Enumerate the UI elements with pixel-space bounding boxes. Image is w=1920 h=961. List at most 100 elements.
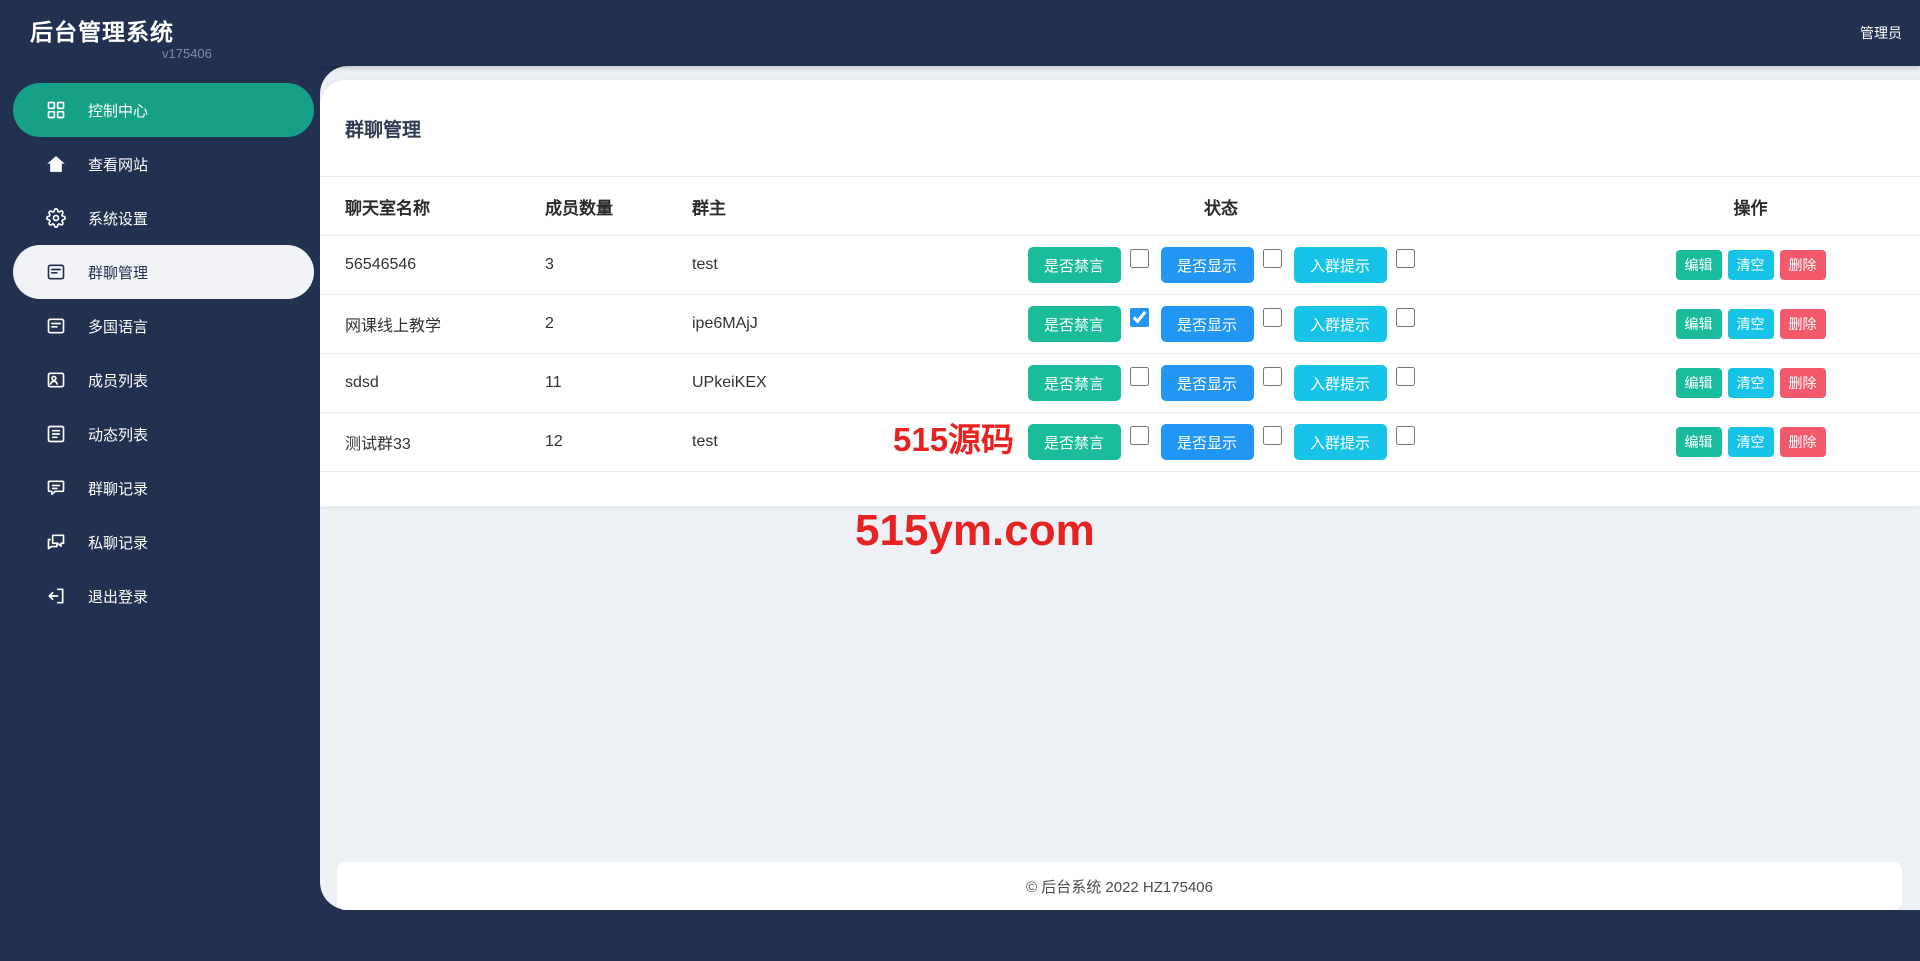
- sidebar-item-label: 系统设置: [88, 210, 149, 228]
- mute-checkbox[interactable]: [1129, 425, 1149, 445]
- sidebar-item-1[interactable]: 控制中心: [13, 83, 314, 137]
- show-toggle-button[interactable]: 是否显示: [1160, 365, 1254, 401]
- app-logo: 后台管理系统 v175406: [0, 0, 320, 61]
- group-chat-panel: 群聊管理 聊天室名称 成员数量 群主 状态 操作 56546546 3 test…: [320, 80, 1920, 506]
- join-tip-checkbox[interactable]: [1395, 307, 1415, 327]
- cell-actions: 编辑 清空 删除: [1437, 368, 1920, 398]
- sidebar-item-label: 动态列表: [88, 426, 149, 444]
- sidebar-item-6[interactable]: 成员列表: [13, 353, 314, 407]
- mute-checkbox[interactable]: [1129, 248, 1149, 268]
- members-icon: [46, 370, 66, 390]
- sidebar-item-label: 成员列表: [88, 372, 149, 390]
- cell-member-count: 12: [545, 433, 563, 450]
- app-version: v175406: [162, 46, 212, 61]
- cell-status: 是否禁言 是否显示 入群提示: [1005, 365, 1437, 401]
- join-tip-button[interactable]: 入群提示: [1293, 365, 1387, 401]
- sidebar-item-label: 查看网站: [88, 156, 149, 174]
- edit-button[interactable]: 编辑: [1675, 427, 1722, 457]
- sidebar-item-4[interactable]: 群聊管理: [13, 245, 314, 299]
- cell-member-count: 2: [545, 315, 554, 332]
- join-tip-button[interactable]: 入群提示: [1293, 306, 1387, 342]
- join-tip-button[interactable]: 入群提示: [1293, 424, 1387, 460]
- cell-owner: ipe6MAjJ: [692, 315, 758, 332]
- mute-toggle-button[interactable]: 是否禁言: [1027, 424, 1121, 460]
- sidebar-item-label: 私聊记录: [88, 534, 149, 552]
- show-checkbox[interactable]: [1262, 425, 1282, 445]
- sidebar-item-7[interactable]: 动态列表: [13, 407, 314, 461]
- cell-status: 是否禁言 是否显示 入群提示: [1005, 306, 1437, 342]
- sidebar: 后台管理系统 v175406 控制中心 查看网站 系统设置 群聊管理 多国语言 …: [0, 0, 320, 961]
- mute-toggle-button[interactable]: 是否禁言: [1027, 306, 1121, 342]
- cell-owner: test: [692, 256, 718, 273]
- logout-icon: [46, 586, 66, 606]
- clear-button[interactable]: 清空: [1727, 427, 1774, 457]
- show-checkbox[interactable]: [1262, 248, 1282, 268]
- show-checkbox[interactable]: [1262, 366, 1282, 386]
- show-checkbox[interactable]: [1262, 307, 1282, 327]
- show-toggle-button[interactable]: 是否显示: [1160, 306, 1254, 342]
- footer-card: © 后台系统 2022 HZ175406: [337, 862, 1902, 910]
- delete-button[interactable]: 删除: [1779, 368, 1826, 398]
- sidebar-item-8[interactable]: 群聊记录: [13, 461, 314, 515]
- edit-button[interactable]: 编辑: [1675, 368, 1722, 398]
- sidebar-item-3[interactable]: 系统设置: [13, 191, 314, 245]
- sidebar-item-5[interactable]: 多国语言: [13, 299, 314, 353]
- gear-icon: [46, 208, 66, 228]
- mute-checkbox[interactable]: [1129, 366, 1149, 386]
- header-status: 状态: [1204, 198, 1238, 218]
- join-tip-checkbox[interactable]: [1395, 248, 1415, 268]
- delete-button[interactable]: 删除: [1779, 427, 1826, 457]
- header-actions: 操作: [1733, 198, 1768, 218]
- mute-toggle-button[interactable]: 是否禁言: [1027, 365, 1121, 401]
- delete-button[interactable]: 删除: [1779, 309, 1826, 339]
- page-title: 群聊管理: [320, 80, 1920, 177]
- admin-user-label[interactable]: 管理员: [1860, 23, 1902, 43]
- cell-status: 是否禁言 是否显示 入群提示: [1005, 424, 1437, 460]
- edit-button[interactable]: 编辑: [1675, 250, 1722, 280]
- sidebar-item-2[interactable]: 查看网站: [13, 137, 314, 191]
- header-room-name: 聊天室名称: [345, 198, 430, 218]
- table-row: 测试群33 12 test 是否禁言 是否显示 入群提示 编辑 清空 删除: [320, 413, 1920, 472]
- show-toggle-button[interactable]: 是否显示: [1160, 424, 1254, 460]
- delete-button[interactable]: 删除: [1779, 250, 1826, 280]
- join-tip-checkbox[interactable]: [1395, 425, 1415, 445]
- sidebar-item-label: 多国语言: [88, 318, 149, 336]
- footer-copyright: © 后台系统 2022 HZ175406: [1026, 878, 1213, 896]
- show-toggle-button[interactable]: 是否显示: [1160, 247, 1254, 283]
- mute-toggle-button[interactable]: 是否禁言: [1027, 247, 1121, 283]
- cell-actions: 编辑 清空 删除: [1437, 250, 1920, 280]
- sidebar-item-10[interactable]: 退出登录: [13, 569, 314, 623]
- main-content: 群聊管理 聊天室名称 成员数量 群主 状态 操作 56546546 3 test…: [320, 66, 1920, 910]
- cell-room-name: 56546546: [345, 256, 417, 273]
- edit-button[interactable]: 编辑: [1675, 309, 1722, 339]
- sidebar-item-label: 退出登录: [88, 588, 149, 606]
- language-icon: [46, 316, 66, 336]
- join-tip-button[interactable]: 入群提示: [1293, 247, 1387, 283]
- clear-button[interactable]: 清空: [1727, 250, 1774, 280]
- sidebar-menu: 控制中心 查看网站 系统设置 群聊管理 多国语言 成员列表 动态列表 群聊记录 …: [0, 83, 320, 623]
- cell-room-name: 网课线上教学: [345, 318, 442, 335]
- feed-list-icon: [46, 424, 66, 444]
- header-owner: 群主: [692, 198, 726, 218]
- cell-member-count: 11: [545, 374, 562, 391]
- sidebar-item-label: 控制中心: [88, 102, 149, 120]
- app-title: 后台管理系统: [30, 19, 174, 45]
- table-header-row: 聊天室名称 成员数量 群主 状态 操作: [320, 177, 1920, 236]
- clear-button[interactable]: 清空: [1727, 368, 1774, 398]
- watermark-text: 515源码: [893, 421, 1015, 458]
- table-row: 网课线上教学 2 ipe6MAjJ 是否禁言 是否显示 入群提示 编辑 清空 删…: [320, 295, 1920, 354]
- sidebar-item-label: 群聊管理: [88, 264, 149, 282]
- mute-checkbox[interactable]: [1129, 307, 1149, 327]
- cell-room-name: sdsd: [345, 374, 379, 391]
- private-history-icon: [46, 532, 66, 552]
- sidebar-item-9[interactable]: 私聊记录: [13, 515, 314, 569]
- home-icon: [46, 154, 66, 174]
- table-body: 56546546 3 test 是否禁言 是否显示 入群提示 编辑 清空 删除 …: [320, 236, 1920, 472]
- cell-room-name: 测试群33: [345, 436, 411, 453]
- group-history-icon: [46, 478, 66, 498]
- header-member-count: 成员数量: [545, 198, 613, 218]
- join-tip-checkbox[interactable]: [1395, 366, 1415, 386]
- cell-member-count: 3: [545, 256, 554, 273]
- watermark-url: 515ym.com: [855, 506, 1095, 555]
- clear-button[interactable]: 清空: [1727, 309, 1774, 339]
